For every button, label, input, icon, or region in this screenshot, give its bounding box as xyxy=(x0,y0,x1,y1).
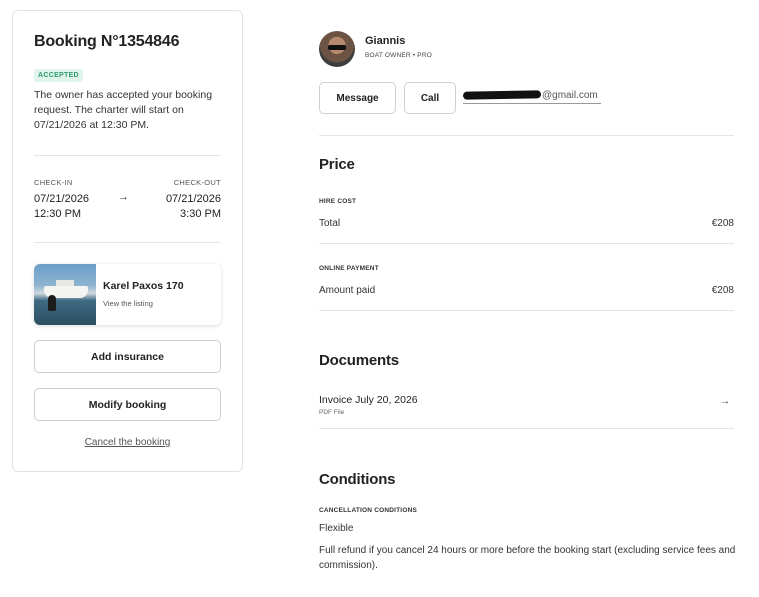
total-value: €208 xyxy=(711,218,734,229)
redacted-mark xyxy=(462,90,542,101)
total-label: Total xyxy=(319,218,341,229)
amount-paid-label: Amount paid xyxy=(319,285,376,296)
checkout-label: CHECK-OUT xyxy=(173,178,221,187)
conditions-heading: Conditions xyxy=(319,471,396,488)
message-button[interactable]: Message xyxy=(319,82,396,114)
checkin-label: CHECK-IN xyxy=(34,178,73,187)
listing-card[interactable]: Karel Paxos 170 View the listing xyxy=(34,264,221,325)
call-button[interactable]: Call xyxy=(404,82,456,114)
arrow-right-icon[interactable]: → xyxy=(720,396,730,407)
divider xyxy=(34,242,221,243)
boat-photo xyxy=(34,264,96,325)
arrow-right-icon: → xyxy=(118,191,129,203)
owner-name: Giannis xyxy=(365,35,406,47)
view-listing-link[interactable]: View the listing xyxy=(103,299,153,308)
divider xyxy=(319,243,734,244)
hire-cost-caption: HIRE COST xyxy=(319,198,357,205)
status-message: The owner has accepted your booking requ… xyxy=(34,89,213,131)
cancellation-caption: CANCELLATION CONDITIONS xyxy=(319,507,418,514)
amount-paid-value: €208 xyxy=(711,285,734,296)
price-heading: Price xyxy=(319,156,355,173)
checkout-date: 07/21/2026 xyxy=(165,193,221,205)
checkin-time: 12:30 PM xyxy=(34,208,82,220)
checkin-date: 07/21/2026 xyxy=(34,193,90,205)
owner-email[interactable]: @gmail.com xyxy=(462,90,601,104)
avatar xyxy=(319,31,355,67)
invoice-type: PDF File xyxy=(319,409,345,416)
checkout-time: 3:30 PM xyxy=(180,208,221,220)
divider xyxy=(319,428,734,429)
email-suffix: @gmail.com xyxy=(542,90,598,101)
invoice-title[interactable]: Invoice July 20, 2026 xyxy=(319,394,418,406)
listing-name: Karel Paxos 170 xyxy=(103,280,184,292)
divider xyxy=(34,155,221,156)
owner-role: BOAT OWNER • PRO xyxy=(365,52,432,59)
status-badge: ACCEPTED xyxy=(34,69,83,82)
cancel-booking-link[interactable]: Cancel the booking xyxy=(13,437,242,448)
booking-card: Booking N°1354846 ACCEPTED The owner has… xyxy=(12,10,243,472)
modify-booking-button[interactable]: Modify booking xyxy=(34,388,221,421)
add-insurance-button[interactable]: Add insurance xyxy=(34,340,221,373)
divider xyxy=(319,135,734,136)
divider xyxy=(319,310,734,311)
documents-heading: Documents xyxy=(319,352,399,369)
online-payment-caption: ONLINE PAYMENT xyxy=(319,265,379,272)
cancellation-policy: Flexible xyxy=(319,523,354,534)
cancellation-details: Full refund if you cancel 24 hours or mo… xyxy=(319,545,736,571)
booking-title: Booking N°1354846 xyxy=(34,33,180,50)
